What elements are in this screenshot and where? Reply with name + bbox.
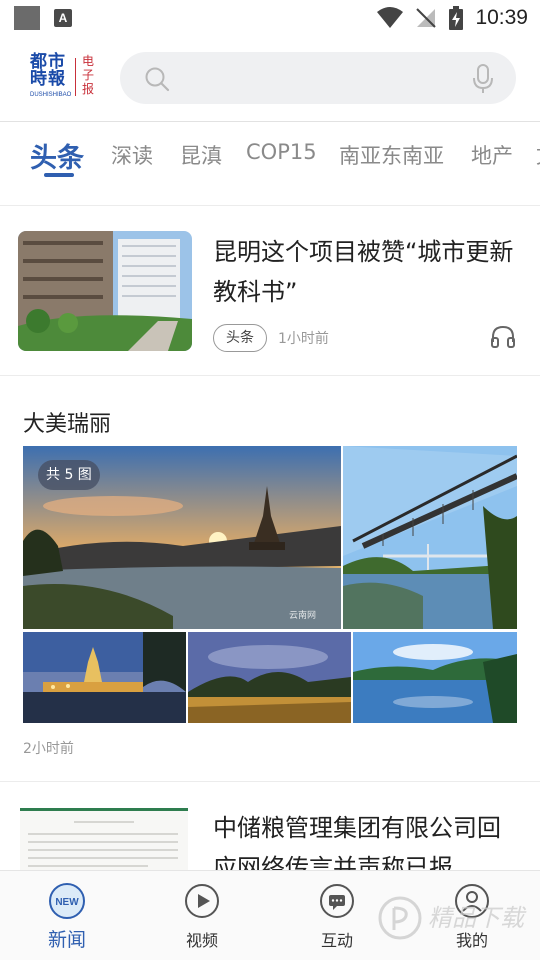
no-signal-icon	[416, 8, 437, 28]
nav-interact[interactable]: 互动	[287, 871, 387, 960]
nav-video[interactable]: 视频	[152, 871, 252, 960]
gallery-photo-bridge[interactable]	[343, 446, 517, 629]
notification-a-icon: A	[54, 9, 72, 27]
tab-kundian[interactable]: 昆滇	[180, 140, 222, 170]
search-icon	[145, 67, 170, 92]
article-thumbnail	[18, 231, 192, 351]
tab-culture[interactable]: 文	[536, 140, 540, 170]
battery-charging-icon	[449, 6, 464, 30]
article-title[interactable]: 昆明这个项目被赞“城市更新教科书”	[213, 232, 518, 312]
tab-cop15[interactable]: COP15	[246, 140, 317, 164]
photo-gallery-item[interactable]: 大美瑞丽 云南网 共 5 图 2小时前	[0, 376, 540, 782]
logo-sub-text: DUSHISHIBAO	[30, 92, 72, 98]
photo-count-badge: 共 5 图	[38, 460, 100, 490]
nav-news-label: 新闻	[47, 929, 86, 951]
gallery-title[interactable]: 大美瑞丽	[23, 406, 111, 438]
photo-watermark: 云南网	[289, 609, 316, 621]
headphone-icon[interactable]	[490, 324, 516, 348]
logo-main-text: 都市時報	[30, 52, 66, 89]
news-item[interactable]: 昆明这个项目被赞“城市更新教科书” 头条 1小时前	[0, 206, 540, 376]
gallery-time: 2小时前	[23, 741, 74, 757]
nav-video-label: 视频	[185, 931, 218, 950]
channel-tabs: 头条 深读 昆滇 COP15 南亚东南亚 地产 文	[0, 122, 540, 206]
article-time: 1小时前	[278, 331, 329, 347]
news-item[interactable]: 中储粮管理集团有限公司回应网络传言并声称已报	[0, 782, 540, 898]
svg-text:NEW: NEW	[55, 897, 79, 908]
search-bar[interactable]	[120, 52, 516, 104]
article-tag: 头条	[213, 324, 267, 352]
tab-headline[interactable]: 头条	[30, 136, 84, 175]
gallery-photo-night-pagoda[interactable]	[23, 632, 186, 723]
tab-south-asia[interactable]: 南亚东南亚	[339, 140, 444, 170]
logo-side-text: 电子报	[82, 54, 95, 96]
microphone-icon[interactable]	[472, 64, 494, 94]
clock: 10:39	[475, 6, 528, 29]
gallery-photo-lake[interactable]	[353, 632, 517, 723]
chat-icon	[320, 884, 354, 918]
status-bar: A 10:39	[0, 0, 540, 36]
logo-divider	[75, 58, 76, 96]
nav-news[interactable]: NEW 新闻	[17, 871, 117, 960]
tab-real-estate[interactable]: 地产	[471, 140, 513, 170]
nav-interact-label: 互动	[320, 931, 353, 950]
tab-active-indicator	[44, 173, 74, 177]
wifi-icon	[377, 7, 404, 28]
gallery-photo-pagoda-sunset[interactable]: 云南网 共 5 图	[23, 446, 341, 629]
notification-square-icon	[14, 6, 40, 30]
download-site-watermark: 精品下载	[378, 896, 527, 940]
svg-text:精品下载: 精品下载	[428, 904, 527, 932]
news-icon: NEW	[49, 883, 85, 919]
app-logo[interactable]: 都市時報 DUSHISHIBAO 电子报	[30, 54, 102, 104]
video-icon	[185, 884, 219, 918]
app-header: 都市時報 DUSHISHIBAO 电子报	[0, 36, 540, 122]
tab-deep-read[interactable]: 深读	[111, 140, 153, 170]
gallery-photo-grassland[interactable]	[188, 632, 351, 723]
